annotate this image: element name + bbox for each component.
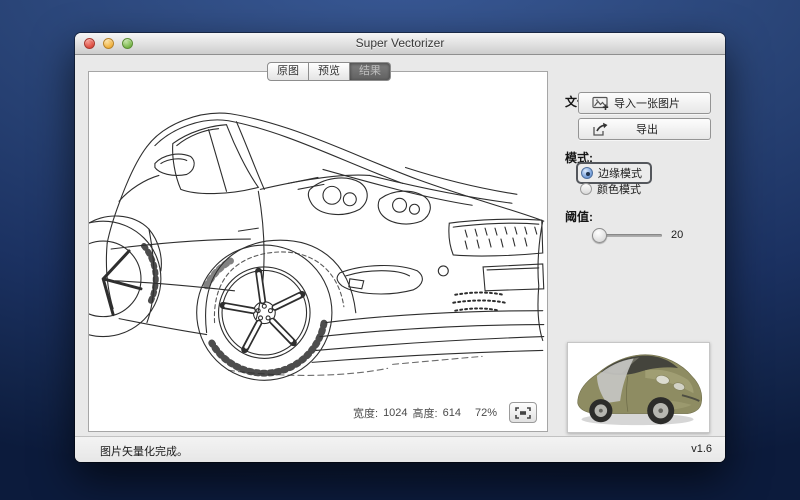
threshold-value: 20 xyxy=(671,228,683,243)
radio-unselected-icon xyxy=(580,183,592,195)
original-car-photo xyxy=(568,343,709,432)
import-button-label: 导入一张图片 xyxy=(610,95,684,111)
import-image-button[interactable]: 导入一张图片 xyxy=(578,92,711,114)
height-value: 614 xyxy=(443,407,461,419)
export-button-label: 导出 xyxy=(610,121,684,137)
image-info-bar: 宽度: 1024 高度: 614 72% xyxy=(353,402,537,423)
threshold-slider[interactable] xyxy=(592,228,662,243)
vectorized-car-drawing xyxy=(89,72,547,431)
window-title: Super Vectorizer xyxy=(75,33,725,53)
color-mode-label: 颜色模式 xyxy=(597,181,641,197)
zoom-icon[interactable] xyxy=(122,38,133,49)
radio-color-mode[interactable]: 颜色模式 xyxy=(580,181,641,197)
app-window: Super Vectorizer 原图 预览 结果 xyxy=(75,33,725,462)
status-bar: 图片矢量化完成。 v1.6 xyxy=(75,436,725,462)
minimize-icon[interactable] xyxy=(103,38,114,49)
tab-original[interactable]: 原图 xyxy=(267,62,309,81)
threshold-section-label: 阈值: xyxy=(565,208,593,225)
export-button[interactable]: 导出 xyxy=(578,118,711,140)
slider-thumb[interactable] xyxy=(592,228,607,243)
tab-preview[interactable]: 预览 xyxy=(309,62,350,81)
app-version: v1.6 xyxy=(691,443,712,455)
traffic-lights xyxy=(84,38,133,49)
radio-selected-icon xyxy=(581,167,593,179)
edge-mode-label: 边缘模式 xyxy=(598,165,642,181)
picture-add-icon xyxy=(592,96,610,111)
titlebar[interactable]: Super Vectorizer xyxy=(75,33,725,55)
desktop-background: Super Vectorizer 原图 预览 结果 xyxy=(0,0,800,500)
view-tabs: 原图 预览 结果 xyxy=(267,62,391,81)
share-export-icon xyxy=(592,122,610,137)
fit-to-window-icon xyxy=(515,407,531,419)
height-label: 高度: xyxy=(413,405,438,421)
status-message: 图片矢量化完成。 xyxy=(100,443,188,459)
width-value: 1024 xyxy=(383,407,407,419)
result-canvas: 宽度: 1024 高度: 614 72% xyxy=(88,71,548,432)
width-label: 宽度: xyxy=(353,405,378,421)
fit-to-window-button[interactable] xyxy=(509,402,537,423)
tab-result[interactable]: 结果 xyxy=(350,62,391,81)
close-icon[interactable] xyxy=(84,38,95,49)
original-image-thumbnail xyxy=(567,342,710,433)
zoom-level: 72% xyxy=(475,407,497,419)
